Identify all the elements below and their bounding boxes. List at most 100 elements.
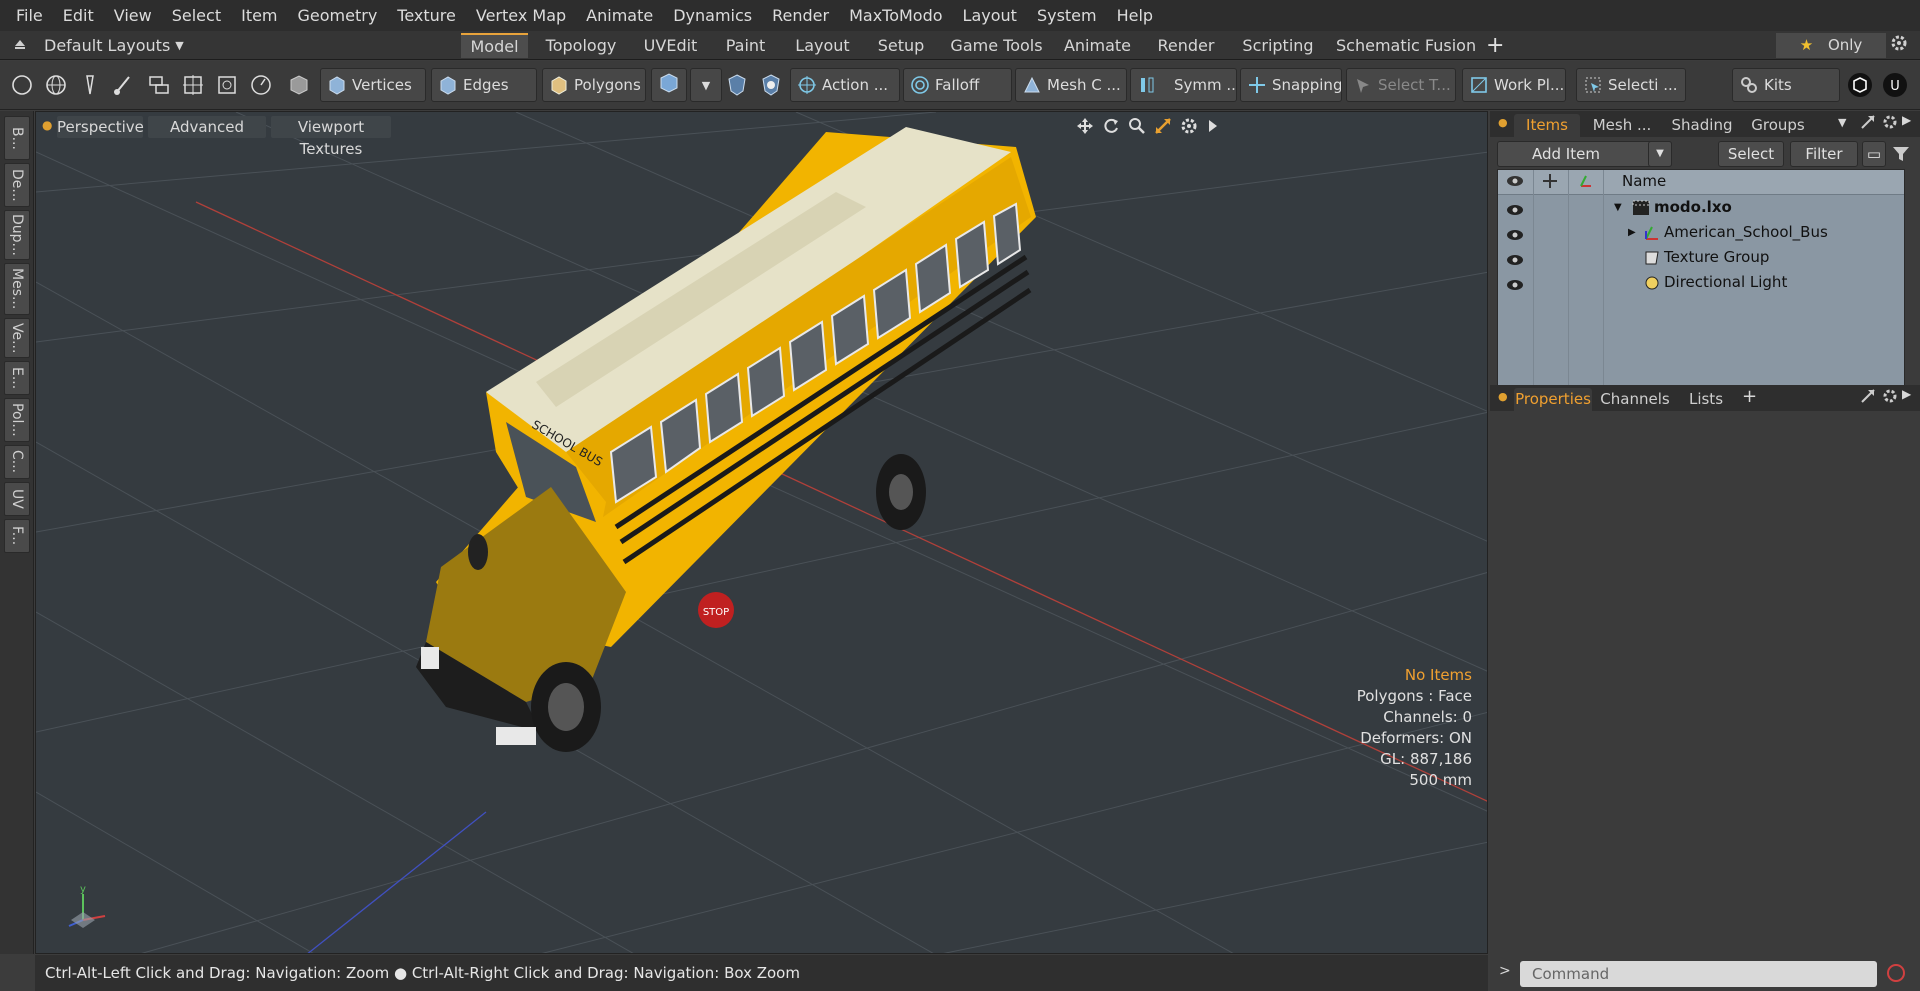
- vertices-button[interactable]: Vertices: [320, 68, 426, 102]
- tab-properties[interactable]: Properties: [1514, 388, 1592, 411]
- viewport-gear-icon[interactable]: [1180, 117, 1198, 139]
- panel-arrow-icon[interactable]: ▶: [1902, 387, 1911, 401]
- tree-row-directional-light[interactable]: Directional Light: [1498, 270, 1904, 295]
- menu-dynamics[interactable]: Dynamics: [663, 0, 762, 31]
- tab-topology[interactable]: Topology: [540, 33, 622, 58]
- viewport-menu-dot-icon[interactable]: ●: [42, 118, 52, 132]
- maximize-viewport-icon[interactable]: [1154, 117, 1172, 139]
- kits-button[interactable]: Kits: [1732, 68, 1840, 102]
- duplicate-icon[interactable]: [144, 68, 174, 102]
- unity-icon[interactable]: [1845, 68, 1875, 102]
- viewport-perspective-tab[interactable]: Perspective: [57, 116, 144, 138]
- viewport-textures-tab[interactable]: Viewport Textures: [271, 116, 391, 158]
- edges-button[interactable]: Edges: [431, 68, 537, 102]
- tab-layout[interactable]: Layout: [790, 33, 855, 58]
- only-button[interactable]: ★ Only: [1776, 33, 1886, 58]
- visibility-eye-icon[interactable]: [1506, 275, 1524, 300]
- menu-edit[interactable]: Edit: [53, 0, 104, 31]
- tree-row-modo-lxo[interactable]: ▼ modo.lxo: [1498, 195, 1904, 220]
- panel-menu-dot-icon[interactable]: ●: [1498, 390, 1508, 403]
- tabs-dropdown-icon[interactable]: ▼: [1838, 116, 1846, 129]
- left-tab-deform[interactable]: De...: [4, 163, 30, 207]
- move-view-icon[interactable]: [1076, 117, 1094, 139]
- mesh-constraint-button[interactable]: Mesh C ...: [1015, 68, 1127, 102]
- menu-render[interactable]: Render: [762, 0, 839, 31]
- menu-layout[interactable]: Layout: [953, 0, 1027, 31]
- expand-arrow-icon[interactable]: ▼: [1614, 195, 1622, 220]
- add-tab-icon[interactable]: +: [1486, 33, 1504, 58]
- grid-icon[interactable]: [178, 68, 208, 102]
- tab-lists[interactable]: Lists: [1678, 388, 1734, 411]
- school-bus-model[interactable]: STOP SCHOOL BUS: [366, 122, 1086, 772]
- selection-sets-button[interactable]: Selecti ...: [1576, 68, 1686, 102]
- select-through-button[interactable]: Select T...: [1346, 68, 1456, 102]
- collapse-arrow-icon[interactable]: [12, 36, 28, 56]
- command-history-arrow-icon[interactable]: >: [1499, 963, 1511, 979]
- command-input[interactable]: Command: [1520, 961, 1877, 987]
- add-tab-icon[interactable]: +: [1742, 386, 1757, 407]
- expand-arrow-icon[interactable]: ▶: [1628, 220, 1636, 245]
- clock-icon[interactable]: [246, 68, 276, 102]
- tab-channels[interactable]: Channels: [1600, 388, 1670, 411]
- circle-select-icon[interactable]: [7, 68, 37, 102]
- menu-maxtomodo[interactable]: MaxToModo: [839, 0, 952, 31]
- left-tab-curve[interactable]: C...: [4, 445, 30, 479]
- collapse-all-icon[interactable]: ▭: [1862, 141, 1886, 167]
- left-tab-vertex[interactable]: Ve...: [4, 318, 30, 358]
- tab-groups[interactable]: Groups: [1744, 114, 1812, 137]
- menu-vertex-map[interactable]: Vertex Map: [466, 0, 576, 31]
- tree-row-american-school-bus[interactable]: ▶ American_School_Bus: [1498, 220, 1904, 245]
- tab-items[interactable]: Items: [1514, 114, 1580, 137]
- left-tab-duplicate[interactable]: Dup...: [4, 210, 30, 260]
- soccer-icon[interactable]: [756, 68, 786, 102]
- tab-scripting[interactable]: Scripting: [1237, 33, 1319, 58]
- unreal-icon[interactable]: U: [1880, 68, 1910, 102]
- item-mode-icon[interactable]: [284, 68, 314, 102]
- rotate-view-icon[interactable]: [1102, 117, 1120, 139]
- tab-animate[interactable]: Animate: [1060, 33, 1135, 58]
- filter-funnel-icon[interactable]: [1892, 145, 1910, 167]
- polygons-button[interactable]: Polygons: [542, 68, 646, 102]
- action-center-button[interactable]: Action ...: [790, 68, 900, 102]
- left-tab-uv[interactable]: UV: [4, 482, 30, 516]
- 3d-viewport[interactable]: STOP SCHOOL BUS ● Perspective Advanced V…: [35, 111, 1488, 954]
- menu-texture[interactable]: Texture: [387, 0, 466, 31]
- layout-selector[interactable]: Default Layouts ▼: [44, 31, 184, 60]
- zoom-view-icon[interactable]: [1128, 117, 1146, 139]
- tab-model[interactable]: Model: [461, 33, 528, 58]
- workplane-button[interactable]: Work Pl...: [1462, 68, 1566, 102]
- menu-system[interactable]: System: [1027, 0, 1107, 31]
- material-mode-button[interactable]: [651, 68, 687, 102]
- left-tab-basic[interactable]: B...: [4, 116, 30, 160]
- viewport-advanced-tab[interactable]: Advanced: [148, 116, 266, 138]
- tab-paint[interactable]: Paint: [718, 33, 773, 58]
- panel-gear-icon[interactable]: [1882, 114, 1898, 134]
- menu-help[interactable]: Help: [1107, 0, 1163, 31]
- tab-schematic-fusion[interactable]: Schematic Fusion: [1336, 33, 1476, 58]
- brush-icon[interactable]: [108, 68, 138, 102]
- left-tab-edge[interactable]: E...: [4, 361, 30, 395]
- mode-dropdown[interactable]: ▼: [690, 68, 722, 102]
- left-tab-fusion[interactable]: F...: [4, 519, 30, 553]
- tab-mesh[interactable]: Mesh ...: [1586, 114, 1658, 137]
- panel-gear-icon[interactable]: [1882, 388, 1898, 408]
- add-item-button[interactable]: Add Item: [1497, 141, 1672, 167]
- frame-icon[interactable]: [212, 68, 242, 102]
- left-tab-mesh-edit[interactable]: Mes...: [4, 263, 30, 315]
- tab-uvedit[interactable]: UVEdit: [637, 33, 704, 58]
- pen-icon[interactable]: [75, 68, 105, 102]
- filter-button[interactable]: Filter: [1790, 141, 1858, 167]
- tab-shading[interactable]: Shading: [1666, 114, 1738, 137]
- menu-file[interactable]: File: [6, 0, 53, 31]
- gear-icon[interactable]: [1890, 34, 1908, 56]
- play-arrow-icon[interactable]: [1206, 117, 1220, 139]
- globe-icon[interactable]: [41, 68, 71, 102]
- panel-arrow-icon[interactable]: ▶: [1902, 113, 1911, 127]
- tab-render[interactable]: Render: [1152, 33, 1220, 58]
- menu-item[interactable]: Item: [231, 0, 287, 31]
- menu-geometry[interactable]: Geometry: [288, 0, 388, 31]
- panel-menu-dot-icon[interactable]: ●: [1498, 116, 1508, 129]
- tab-game-tools[interactable]: Game Tools: [950, 33, 1043, 58]
- name-column-header[interactable]: Name: [1622, 172, 1666, 190]
- menu-select[interactable]: Select: [162, 0, 231, 31]
